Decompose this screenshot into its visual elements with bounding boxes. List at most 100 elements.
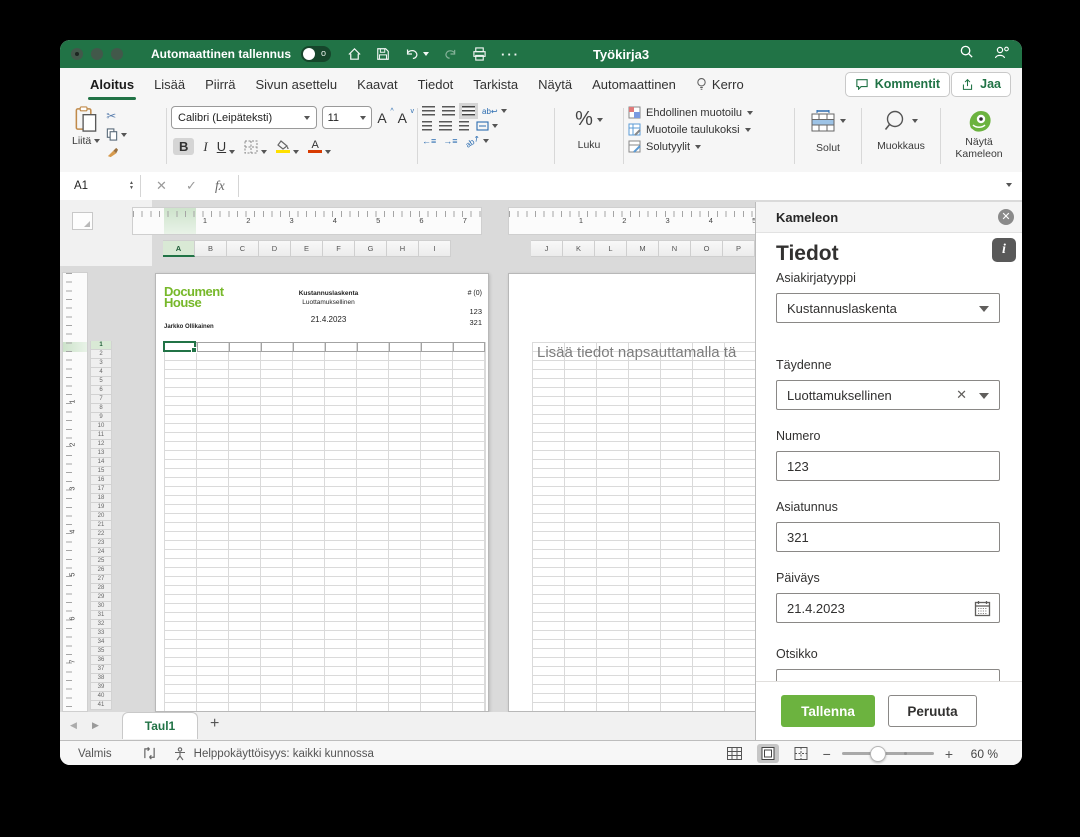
tab-nayta[interactable]: Näytä bbox=[536, 70, 574, 99]
paste-button[interactable]: Liitä bbox=[72, 106, 101, 172]
font-size-select[interactable]: 11 bbox=[321, 106, 373, 129]
row-header[interactable]: 12 bbox=[90, 440, 112, 449]
row-header[interactable]: 29 bbox=[90, 593, 112, 602]
row-header[interactable]: 9 bbox=[90, 413, 112, 422]
sheet-tab-taul1[interactable]: Taul1 bbox=[122, 712, 198, 739]
case-id-input[interactable]: 321 bbox=[776, 522, 1000, 552]
worksheet-page-2[interactable]: Lisää tiedot napsauttamalla tä bbox=[508, 273, 761, 712]
normal-view-button[interactable] bbox=[724, 744, 746, 763]
align-top-icon[interactable] bbox=[422, 106, 435, 116]
row-header[interactable]: 4 bbox=[90, 368, 112, 377]
row-header[interactable]: 36 bbox=[90, 656, 112, 665]
confirm-entry-icon[interactable]: ✓ bbox=[186, 172, 197, 199]
merge-center-button[interactable] bbox=[476, 121, 498, 131]
row-header[interactable]: 30 bbox=[90, 602, 112, 611]
page-layout-view-button[interactable] bbox=[756, 744, 779, 763]
share-button[interactable]: Jaa bbox=[951, 71, 1011, 97]
zoom-slider[interactable] bbox=[841, 746, 934, 762]
row-header[interactable]: 34 bbox=[90, 638, 112, 647]
column-header[interactable]: J bbox=[531, 240, 563, 257]
column-header[interactable]: N bbox=[659, 240, 691, 257]
column-header[interactable]: E bbox=[291, 240, 323, 257]
italic-button[interactable]: I bbox=[203, 139, 207, 155]
column-header[interactable]: P bbox=[723, 240, 755, 257]
row-header[interactable]: 39 bbox=[90, 683, 112, 692]
row-header[interactable]: 38 bbox=[90, 674, 112, 683]
row-header[interactable]: 15 bbox=[90, 467, 112, 476]
row-header[interactable]: 28 bbox=[90, 584, 112, 593]
row-header[interactable]: 26 bbox=[90, 566, 112, 575]
row-header[interactable]: 31 bbox=[90, 611, 112, 620]
cell-styles-button[interactable]: Solutyylit bbox=[628, 140, 790, 153]
undo-dropdown-chevron-icon[interactable] bbox=[423, 52, 430, 56]
show-kameleon-button[interactable] bbox=[965, 106, 993, 136]
add-sheet-button[interactable]: + bbox=[210, 715, 219, 733]
record-macro-icon[interactable] bbox=[142, 747, 157, 760]
select-all-corner-button[interactable] bbox=[72, 212, 93, 230]
minimize-window-button[interactable] bbox=[91, 48, 103, 60]
cancel-entry-icon[interactable]: ✕ bbox=[156, 172, 167, 199]
cell-grid-page2[interactable] bbox=[532, 342, 761, 711]
row-header[interactable]: 11 bbox=[90, 431, 112, 440]
insert-function-button[interactable]: fx bbox=[215, 172, 225, 199]
align-right-icon[interactable] bbox=[459, 121, 469, 131]
row-header[interactable]: 7 bbox=[90, 395, 112, 404]
classification-combobox[interactable]: Luottamuksellinen ✕ bbox=[776, 380, 1000, 410]
align-center-icon[interactable] bbox=[439, 121, 452, 131]
tab-piirra[interactable]: Piirrä bbox=[203, 70, 237, 99]
decrease-font-button[interactable]: Av bbox=[398, 108, 414, 126]
column-header[interactable]: B bbox=[195, 240, 227, 257]
document-type-dropdown[interactable]: Kustannuslaskenta bbox=[776, 293, 1000, 323]
row-header[interactable]: 33 bbox=[90, 629, 112, 638]
column-header[interactable]: K bbox=[563, 240, 595, 257]
copy-button[interactable] bbox=[106, 128, 128, 141]
font-name-select[interactable]: Calibri (Leipäteksti) bbox=[171, 106, 317, 129]
row-header[interactable]: 32 bbox=[90, 620, 112, 629]
column-header[interactable]: M bbox=[627, 240, 659, 257]
orientation-button[interactable]: ab↗ bbox=[463, 133, 490, 149]
row-header[interactable]: 40 bbox=[90, 692, 112, 701]
accessibility-icon[interactable] bbox=[173, 746, 187, 761]
row-header[interactable]: 24 bbox=[90, 548, 112, 557]
row-header[interactable]: 35 bbox=[90, 647, 112, 656]
row-header[interactable]: 5 bbox=[90, 377, 112, 386]
tab-tiedot[interactable]: Tiedot bbox=[416, 70, 456, 99]
dropdown-chevron-icon[interactable] bbox=[979, 393, 989, 399]
zoom-in-button[interactable]: + bbox=[945, 746, 953, 762]
dropdown-chevron-icon[interactable] bbox=[979, 306, 989, 312]
home-icon[interactable] bbox=[347, 47, 362, 62]
row-header[interactable]: 27 bbox=[90, 575, 112, 584]
column-header[interactable]: H bbox=[387, 240, 419, 257]
row-header[interactable]: 21 bbox=[90, 521, 112, 530]
clear-icon[interactable]: ✕ bbox=[956, 387, 967, 403]
cell-grid-page1[interactable] bbox=[164, 342, 486, 711]
row-header[interactable]: 8 bbox=[90, 404, 112, 413]
tab-sivun-asettelu[interactable]: Sivun asettelu bbox=[253, 70, 339, 99]
number-input[interactable]: 123 bbox=[776, 451, 1000, 481]
row-header[interactable]: 22 bbox=[90, 530, 112, 539]
tab-automaattinen[interactable]: Automaattinen bbox=[590, 70, 678, 99]
calendar-icon[interactable] bbox=[974, 600, 991, 620]
info-button[interactable]: i bbox=[992, 238, 1016, 262]
date-input[interactable]: 21.4.2023 bbox=[776, 593, 1000, 623]
align-left-icon[interactable] bbox=[422, 121, 432, 131]
editing-button[interactable] bbox=[884, 106, 918, 136]
close-pane-icon[interactable]: ✕ bbox=[998, 209, 1014, 225]
name-box[interactable]: A1 ▲ ▼ bbox=[60, 172, 140, 199]
column-header[interactable]: G bbox=[355, 240, 387, 257]
row-header[interactable]: 25 bbox=[90, 557, 112, 566]
print-icon[interactable] bbox=[472, 47, 487, 61]
row-header[interactable]: 19 bbox=[90, 503, 112, 512]
decrease-indent-button[interactable]: ←≡ bbox=[422, 136, 436, 146]
column-header[interactable]: L bbox=[595, 240, 627, 257]
row-header[interactable]: 2 bbox=[90, 350, 112, 359]
row-header[interactable]: 41 bbox=[90, 701, 112, 710]
row-header[interactable]: 37 bbox=[90, 665, 112, 674]
row-header[interactable]: 13 bbox=[90, 449, 112, 458]
add-details-hint-text[interactable]: Lisää tiedot napsauttamalla tä bbox=[537, 344, 736, 361]
selected-cell-a1[interactable] bbox=[163, 341, 197, 353]
cancel-button[interactable]: Peruuta bbox=[888, 695, 977, 727]
underline-button[interactable]: U bbox=[217, 139, 236, 154]
row-header[interactable]: 17 bbox=[90, 485, 112, 494]
row-header[interactable]: 10 bbox=[90, 422, 112, 431]
